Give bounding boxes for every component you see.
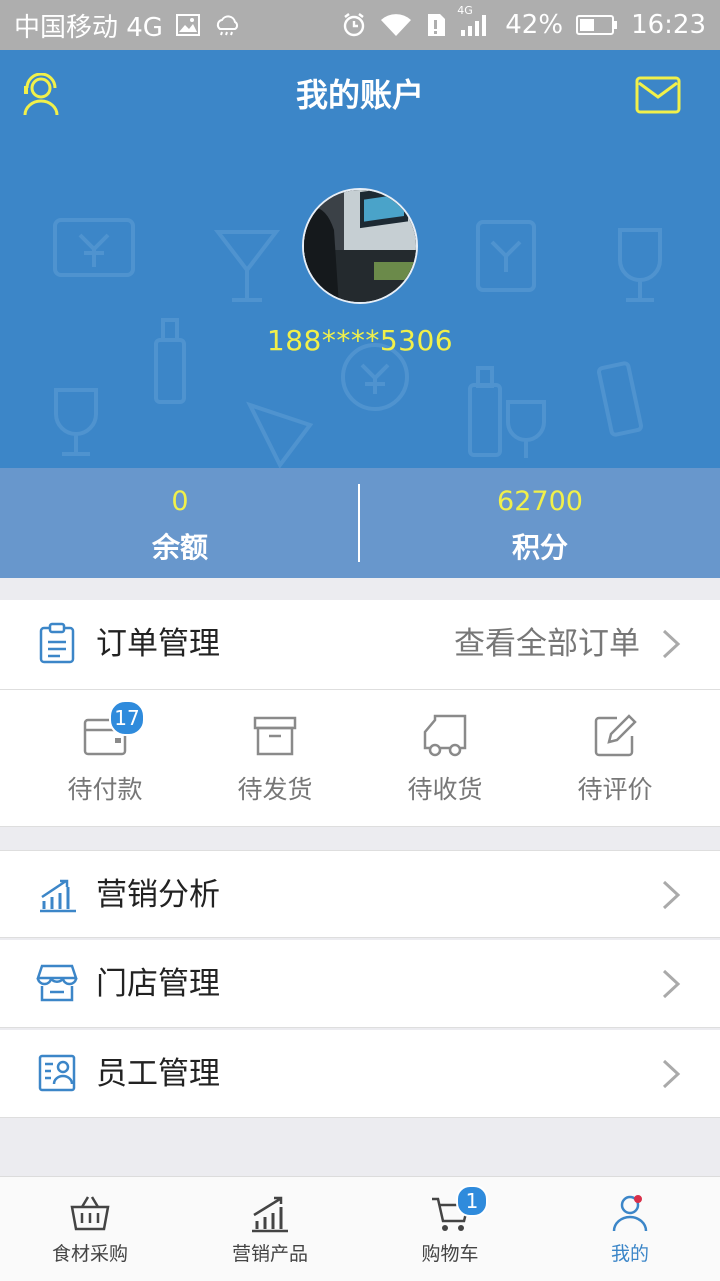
basket-icon: [70, 1196, 110, 1231]
clipboard-icon: [39, 622, 75, 664]
pending-receipt-button[interactable]: 待收货: [355, 690, 535, 826]
order-status-bar: 17 待付款 待发货 待收货 待评价: [0, 690, 720, 827]
mail-icon: [635, 76, 681, 114]
points-stat[interactable]: 62700 积分: [360, 468, 720, 578]
image-icon: [175, 13, 201, 37]
weather-icon: [213, 13, 241, 37]
box-icon: [253, 716, 297, 756]
status-bar: 中国移动 4G 4G 42% 16:23: [0, 0, 720, 50]
balance-label: 余额: [151, 531, 208, 564]
store-icon: [36, 964, 78, 1002]
stats-divider: [358, 484, 360, 562]
points-label: 积分: [511, 531, 568, 564]
tab-shopping-cart[interactable]: 1 购物车: [360, 1177, 540, 1281]
chevron-right-icon: [662, 969, 681, 999]
balance-value: 0: [171, 486, 189, 517]
view-all-orders-link[interactable]: 查看全部订单: [454, 600, 640, 688]
pending-review-button[interactable]: 待评价: [525, 690, 705, 826]
sim-icon: [425, 12, 447, 38]
pending-shipment-label: 待发货: [237, 775, 313, 804]
signal-icon: 4G: [457, 4, 493, 38]
avatar[interactable]: [302, 188, 418, 304]
battery-percent: 42%: [505, 10, 564, 40]
tab-food-procurement[interactable]: 食材采购: [0, 1177, 180, 1281]
user-icon: [612, 1195, 648, 1232]
tab-mine[interactable]: 我的: [540, 1177, 720, 1281]
avatar-photo-icon: [304, 190, 416, 302]
chevron-right-icon: [662, 1059, 681, 1089]
chevron-right-icon: [662, 629, 681, 659]
tab-marketing-products-label: 营销产品: [231, 1243, 308, 1265]
chart-icon: [40, 879, 76, 913]
app-header: 我的账户: [0, 50, 720, 140]
wifi-icon: [379, 12, 413, 38]
cart-badge: 1: [456, 1185, 488, 1217]
store-management-label: 门店管理: [96, 966, 220, 1002]
pending-payment-label: 待付款: [67, 775, 143, 804]
pending-review-label: 待评价: [577, 775, 653, 804]
edit-icon: [594, 714, 637, 757]
staff-icon: [38, 1054, 76, 1092]
tab-shopping-cart-label: 购物车: [421, 1243, 479, 1265]
pending-payment-button[interactable]: 17 待付款: [15, 690, 195, 826]
clock-time: 16:23: [631, 10, 706, 40]
marketing-analysis-label: 营销分析: [96, 877, 220, 913]
tab-food-procurement-label: 食材采购: [51, 1243, 128, 1265]
carrier-label: 中国移动 4G: [14, 12, 163, 43]
phone-number: 188****5306: [266, 324, 454, 357]
truck-icon: [423, 714, 467, 757]
network-type: 4G: [457, 4, 473, 17]
messages-button[interactable]: [634, 72, 682, 118]
balance-stat[interactable]: 0 余额: [0, 468, 360, 578]
page-title: 我的账户: [295, 76, 424, 114]
bottom-tab-bar: 食材采购 营销产品 1 购物车 我的: [0, 1176, 720, 1281]
pending-receipt-label: 待收货: [407, 775, 483, 804]
bar-chart-icon: [252, 1196, 288, 1233]
tab-marketing-products[interactable]: 营销产品: [180, 1177, 360, 1281]
chevron-right-icon: [662, 880, 681, 910]
menu-item-marketing-analysis[interactable]: 营销分析: [0, 850, 720, 938]
menu-item-staff-management[interactable]: 员工管理: [0, 1030, 720, 1118]
staff-management-label: 员工管理: [96, 1056, 220, 1092]
menu-item-store-management[interactable]: 门店管理: [0, 940, 720, 1028]
battery-icon: [575, 13, 619, 37]
tab-mine-label: 我的: [610, 1243, 649, 1265]
order-management-label: 订单管理: [96, 626, 220, 662]
order-management-row[interactable]: 订单管理 查看全部订单: [0, 600, 720, 690]
account-stats: 0 余额 62700 积分: [0, 468, 720, 578]
pending-payment-badge: 17: [109, 700, 145, 736]
points-value: 62700: [497, 486, 583, 517]
pending-shipment-button[interactable]: 待发货: [185, 690, 365, 826]
alarm-icon: [341, 12, 367, 38]
